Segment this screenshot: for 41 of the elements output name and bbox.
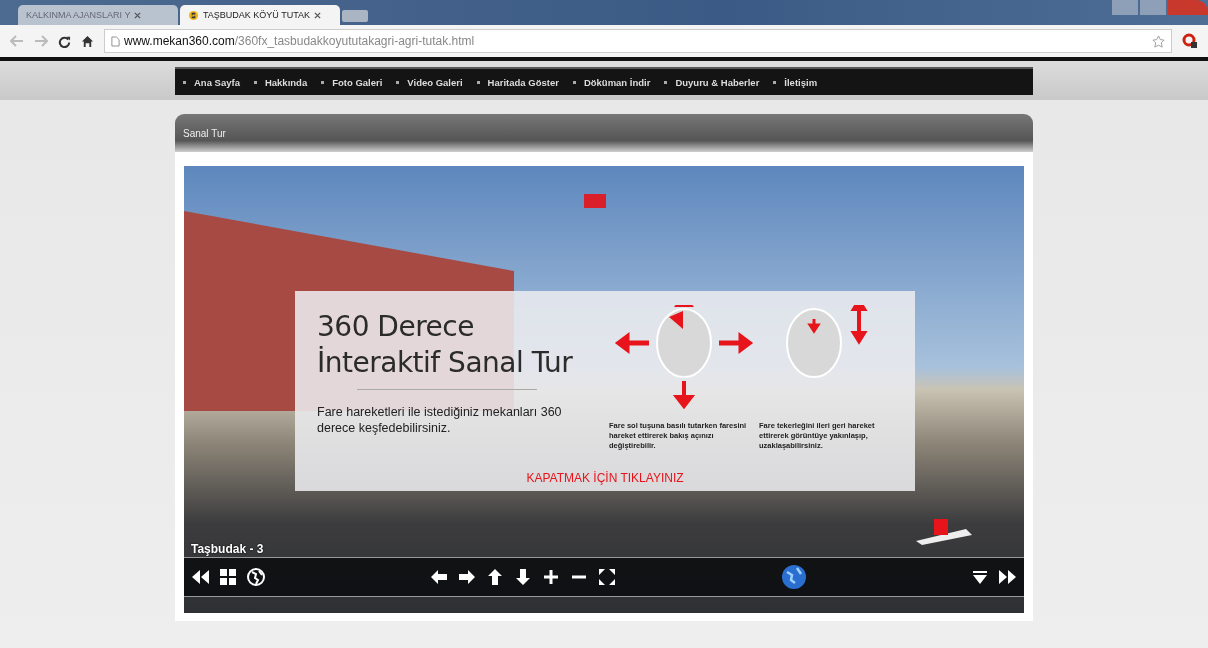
nav-link[interactable]: Haritada Göster — [479, 76, 567, 88]
bullet-icon — [572, 80, 576, 84]
nav-link[interactable]: Döküman İndir — [575, 76, 659, 88]
section-title: Sanal Tur — [183, 127, 226, 139]
fast-forward-icon[interactable] — [998, 567, 1018, 587]
overlay-title: 360 Derece — [317, 309, 475, 345]
url-text: www.mekan360.com/360fx_tasbudakkoyututakagri-agri-tutak.html — [124, 34, 475, 48]
star-icon[interactable] — [1152, 34, 1165, 48]
extension-icon[interactable] — [1182, 33, 1198, 49]
home-icon[interactable] — [81, 34, 94, 48]
globe-icon[interactable] — [246, 567, 266, 587]
fullscreen-icon[interactable] — [597, 567, 618, 587]
bullet-icon — [253, 80, 257, 84]
logo-drawing — [914, 517, 974, 547]
bullet-icon — [183, 80, 186, 84]
bullet-icon — [321, 80, 325, 84]
close-icon[interactable] — [134, 11, 142, 19]
site-logo-icon — [188, 9, 199, 21]
help-overlay[interactable] — [295, 291, 915, 491]
rewind-icon[interactable] — [190, 567, 210, 587]
bullet-icon — [664, 80, 668, 84]
nav-link[interactable]: Ana Sayfa — [186, 76, 248, 88]
nav-link[interactable]: İletişim — [776, 76, 826, 88]
grid-icon[interactable] — [218, 567, 238, 587]
address-bar[interactable]: www.mekan360.com/360fx_tasbudakkoyututakagri-agri-tutak.html — [104, 29, 1172, 53]
reload-icon[interactable] — [58, 34, 71, 48]
right-arrow-icon[interactable] — [457, 567, 478, 587]
overlay-title: İnteraktif Sanal Tur — [317, 345, 574, 381]
bullet-icon — [773, 80, 777, 84]
nav-link[interactable]: Foto Galeri — [324, 76, 391, 88]
bullet-icon — [396, 80, 400, 84]
page-icon — [111, 35, 120, 47]
nav-link[interactable]: Hakkında — [256, 76, 316, 88]
browser-tab[interactable]: TAŞBUDAK KÖYÜ TUTAK — [180, 5, 340, 25]
close-icon[interactable] — [314, 11, 322, 19]
globe-icon[interactable] — [780, 564, 807, 590]
overlay-description: Fare hareketleri ile istediğiniz mekanları 360 derece keşfedebilirsiniz. — [317, 404, 563, 436]
nav-link[interactable]: Video Galeri — [399, 76, 471, 88]
bullet-icon — [476, 80, 480, 84]
nav-link[interactable]: Duyuru & Haberler — [667, 76, 768, 88]
scene-label: Taşbudak - 3 — [191, 542, 264, 556]
